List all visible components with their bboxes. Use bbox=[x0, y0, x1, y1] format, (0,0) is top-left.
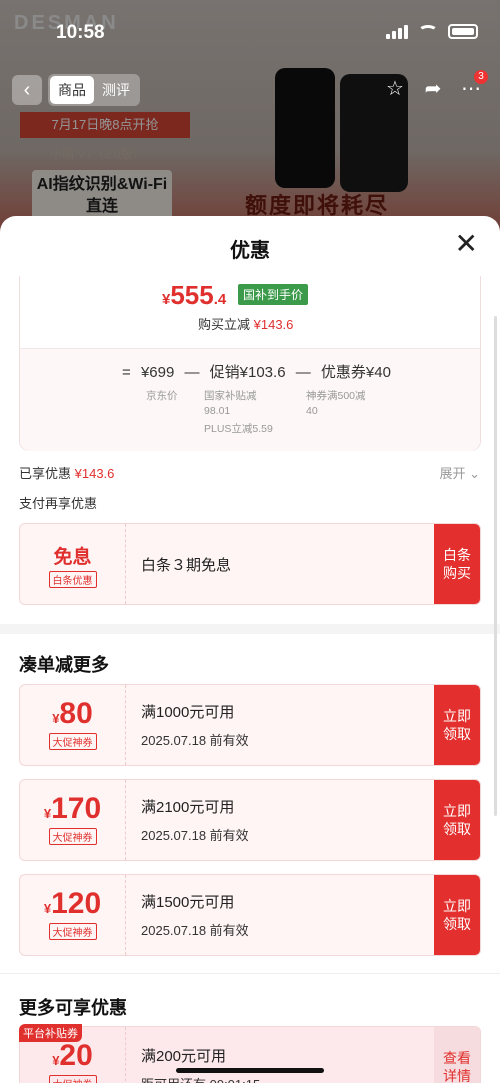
close-icon[interactable]: ✕ bbox=[455, 230, 478, 258]
section-title-more: 凑单减更多 bbox=[19, 655, 109, 675]
subsidy-coupon-card: ¥20 大促神券 满200元可用 距可用还有 09:01:15 查看详情 bbox=[19, 1026, 481, 1083]
coupon-validity: 2025.07.18 前有效 bbox=[141, 923, 249, 938]
notification-badge: 3 bbox=[474, 70, 488, 84]
coupon-left: ¥120 大促神券 bbox=[20, 875, 126, 955]
reduce-label: 购买立减 bbox=[198, 317, 251, 332]
discount-sheet: 优惠 ✕ ¥555.4 国补到手价 购买立减 ¥143.6 = ¥699 — 促… bbox=[0, 216, 500, 1083]
coupon-tag: 大促神券 bbox=[48, 733, 97, 750]
more-icon[interactable]: ⋯ 3 bbox=[458, 70, 488, 102]
calc-jd-price: ¥699 bbox=[140, 364, 175, 381]
enjoyed-value: ¥143.6 bbox=[74, 466, 115, 481]
coupon-validity: 2025.07.18 前有效 bbox=[141, 828, 249, 843]
sheet-title: 优惠 bbox=[230, 240, 270, 262]
expand-toggle[interactable]: 展开 ⌄ bbox=[439, 463, 480, 482]
tab-review[interactable]: 测评 bbox=[94, 76, 138, 104]
coupon-desc: 白条３期免息 bbox=[141, 556, 232, 574]
coupon-card: ¥120 大促神券 满1500元可用 2025.07.18 前有效 立即领取 bbox=[19, 874, 481, 956]
promo-detail-plus: PLUS立减5.59 bbox=[204, 423, 273, 435]
coupon-info: 满2100元可用 2025.07.18 前有效 bbox=[141, 780, 249, 860]
signal-icon bbox=[386, 24, 408, 39]
coupon-left: ¥80 大促神券 bbox=[20, 685, 126, 765]
coupon-tag: 大促神券 bbox=[48, 1075, 97, 1083]
section-divider bbox=[0, 624, 500, 634]
star-icon[interactable]: ☆ bbox=[382, 76, 408, 102]
promo-detail-gov: 国家补贴减 98.01 bbox=[204, 390, 257, 417]
price-breakdown-card: ¥555.4 国补到手价 购买立减 ¥143.6 = ¥699 — 促销¥103… bbox=[19, 276, 481, 451]
reduce-value: ¥143.6 bbox=[253, 317, 294, 332]
gov-subsidy-tag: 国补到手价 bbox=[238, 284, 309, 305]
back-icon[interactable]: ‹ bbox=[12, 75, 42, 105]
claim-coupon-button[interactable]: 立即领取 bbox=[434, 875, 480, 955]
calc-promo: 促销¥103.6 bbox=[209, 364, 286, 381]
enjoyed-label: 已享优惠 bbox=[19, 466, 72, 481]
coupon-left: 免息 白条优惠 bbox=[20, 524, 126, 604]
coupon-condition: 满1000元可用 bbox=[141, 704, 235, 721]
product-nav: ‹ 商品 测评 bbox=[12, 74, 140, 106]
claim-coupon-button[interactable]: 立即领取 bbox=[434, 780, 480, 860]
baitiao-buy-button[interactable]: 白条购买 bbox=[434, 524, 480, 604]
battery-icon bbox=[448, 24, 478, 39]
purchase-reduction: 购买立减 ¥143.6 bbox=[198, 314, 293, 333]
claim-coupon-button[interactable]: 立即领取 bbox=[434, 685, 480, 765]
calc-formula: = ¥699 — 促销¥103.6 — 优惠券¥40 bbox=[122, 361, 397, 382]
coupon-currency: ¥ bbox=[43, 901, 52, 916]
coupon-value: 80 bbox=[59, 697, 93, 730]
coupon-amount: ¥120 bbox=[20, 887, 125, 921]
coupon-info: 满1500元可用 2025.07.18 前有效 bbox=[141, 875, 249, 955]
view-details-button[interactable]: 查看详情 bbox=[434, 1027, 480, 1083]
coupon-amount: ¥20 bbox=[20, 1039, 125, 1073]
coupon-condition: 满2100元可用 bbox=[141, 799, 235, 816]
coupon-tag: 大促神券 bbox=[48, 923, 97, 940]
coupon-card: ¥170 大促神券 满2100元可用 2025.07.18 前有效 立即领取 bbox=[19, 779, 481, 861]
jd-price-label: 京东价 bbox=[146, 390, 178, 402]
coupon-info: 满200元可用 距可用还有 09:01:15 bbox=[141, 1027, 260, 1083]
scrollbar[interactable] bbox=[494, 316, 497, 816]
coupon-tag: 白条优惠 bbox=[48, 571, 97, 588]
calc-minus: — bbox=[184, 364, 200, 381]
home-indicator[interactable] bbox=[176, 1068, 324, 1073]
coupon-amount: ¥170 bbox=[20, 792, 125, 826]
interest-free-title: 免息 bbox=[53, 547, 92, 568]
coupon-currency: ¥ bbox=[43, 806, 52, 821]
final-price-area: ¥555.4 国补到手价 购买立减 ¥143.6 bbox=[20, 276, 480, 348]
price-integer: 555 bbox=[170, 280, 214, 310]
section-title-extra: 更多可享优惠 bbox=[19, 998, 127, 1018]
coupon-amount: ¥80 bbox=[20, 697, 125, 731]
enjoyed-discount: 已享优惠 ¥143.6 bbox=[19, 463, 114, 482]
coupon-value: 170 bbox=[51, 792, 102, 825]
expand-label: 展开 bbox=[439, 466, 466, 481]
wifi-icon bbox=[418, 24, 438, 39]
calc-minus: — bbox=[295, 364, 311, 381]
coupon-left: ¥170 大促神券 bbox=[20, 780, 126, 860]
pay-more-label: 支付再享优惠 bbox=[19, 496, 98, 511]
coupon-condition: 满1500元可用 bbox=[141, 894, 235, 911]
chevron-down-icon: ⌄ bbox=[469, 466, 480, 481]
product-tabs: 商品 测评 bbox=[48, 74, 140, 106]
baitiao-coupon: 免息 白条优惠 白条３期免息 白条购买 bbox=[19, 523, 481, 605]
coupon-info: 白条３期免息 bbox=[141, 524, 231, 604]
top-actions: ☆ ➦ ⋯ 3 bbox=[382, 70, 488, 102]
section-divider bbox=[0, 973, 500, 974]
coupon-tag: 大促神券 bbox=[48, 828, 97, 845]
coupon-value: 120 bbox=[51, 887, 102, 920]
final-price: ¥555.4 bbox=[162, 280, 226, 311]
coupon-validity: 2025.07.18 前有效 bbox=[141, 733, 249, 748]
coupon-info: 满1000元可用 2025.07.18 前有效 bbox=[141, 685, 249, 765]
status-time: 10:58 bbox=[56, 22, 105, 43]
platform-subsidy-badge: 平台补贴券 bbox=[19, 1024, 82, 1042]
price-decimal: .4 bbox=[213, 291, 227, 308]
coupon-detail: 神券满500减 40 bbox=[306, 390, 366, 417]
tab-product[interactable]: 商品 bbox=[50, 76, 94, 104]
calc-equals: = bbox=[122, 364, 131, 381]
price-calculation: = ¥699 — 促销¥103.6 — 优惠券¥40 京东价 国家补贴减 98.… bbox=[20, 348, 480, 451]
calc-coupon: 优惠券¥40 bbox=[320, 364, 391, 381]
share-icon[interactable]: ➦ bbox=[420, 76, 446, 102]
coupon-condition: 满200元可用 bbox=[141, 1048, 227, 1065]
coupon-value: 20 bbox=[59, 1039, 93, 1072]
coupon-countdown: 距可用还有 09:01:15 bbox=[141, 1074, 260, 1083]
status-icons bbox=[386, 24, 478, 39]
coupon-card: ¥80 大促神券 满1000元可用 2025.07.18 前有效 立即领取 bbox=[19, 684, 481, 766]
